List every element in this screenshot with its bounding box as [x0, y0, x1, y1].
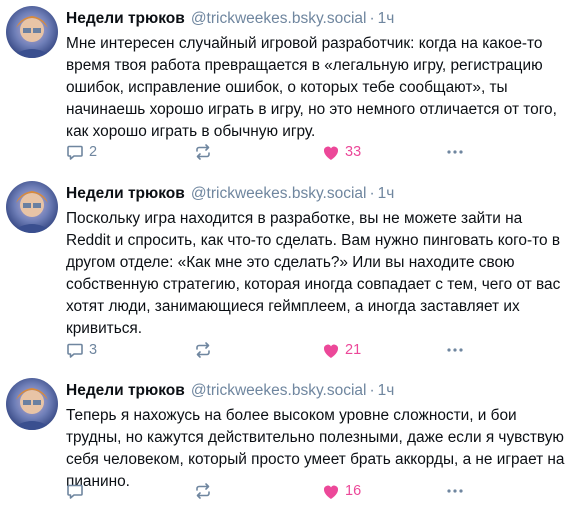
- post-time[interactable]: 1ч: [378, 382, 395, 399]
- avatar[interactable]: [6, 6, 58, 58]
- author-handle[interactable]: @trickweekes.bsky.social: [191, 185, 367, 202]
- like-button[interactable]: 33: [322, 141, 361, 163]
- author-name[interactable]: Недели трюков: [66, 382, 185, 399]
- like-count: 16: [345, 483, 362, 499]
- heart-icon: [322, 144, 340, 161]
- reply-count: 3: [89, 342, 98, 358]
- reply-button[interactable]: 2: [66, 141, 97, 163]
- reply-button[interactable]: [66, 480, 89, 502]
- avatar[interactable]: [6, 181, 58, 233]
- author-handle[interactable]: @trickweekes.bsky.social: [191, 382, 367, 399]
- like-button[interactable]: 21: [322, 339, 361, 361]
- comment-icon: [66, 482, 84, 500]
- repost-button[interactable]: [194, 141, 212, 163]
- more-button[interactable]: [446, 141, 464, 163]
- comment-icon: [66, 341, 84, 359]
- repost-button[interactable]: [194, 339, 212, 361]
- post-time[interactable]: 1ч: [378, 10, 395, 27]
- repost-icon: [194, 341, 212, 359]
- separator: ·: [369, 185, 375, 202]
- author-name[interactable]: Недели трюков: [66, 10, 185, 27]
- avatar[interactable]: [6, 378, 58, 430]
- reply-count: 2: [89, 144, 98, 160]
- comment-icon: [66, 143, 84, 161]
- post[interactable]: Недели трюков @trickweekes.bsky.social · 1ч…: [0, 372, 577, 514]
- post[interactable]: Недели трюков @trickweekes.bsky.social · 1ч…: [0, 175, 577, 372]
- post-actions: 2 33: [66, 141, 577, 163]
- repost-icon: [194, 482, 212, 500]
- post[interactable]: Недели трюков @trickweekes.bsky.social · 1ч…: [0, 0, 577, 175]
- separator: ·: [369, 382, 375, 399]
- reply-button[interactable]: 3: [66, 339, 97, 361]
- more-dots-icon: [446, 488, 464, 494]
- post-time[interactable]: 1ч: [378, 185, 395, 202]
- more-dots-icon: [446, 347, 464, 353]
- post-actions: 16: [66, 480, 577, 502]
- post-actions: 3 21: [66, 339, 577, 361]
- post-text: Мне интересен случайный игровой разработ…: [66, 35, 557, 140]
- post-text: Поскольку игра находится в разработке, в…: [66, 210, 561, 337]
- repost-icon: [194, 143, 212, 161]
- author-name[interactable]: Недели трюков: [66, 185, 185, 202]
- author-handle[interactable]: @trickweekes.bsky.social: [191, 10, 367, 27]
- separator: ·: [369, 10, 375, 27]
- more-button[interactable]: [446, 480, 464, 502]
- like-count: 33: [345, 144, 362, 160]
- more-dots-icon: [446, 149, 464, 155]
- heart-icon: [322, 342, 340, 359]
- heart-icon: [322, 483, 340, 500]
- like-count: 21: [345, 342, 362, 358]
- like-button[interactable]: 16: [322, 480, 361, 502]
- more-button[interactable]: [446, 339, 464, 361]
- repost-button[interactable]: [194, 480, 212, 502]
